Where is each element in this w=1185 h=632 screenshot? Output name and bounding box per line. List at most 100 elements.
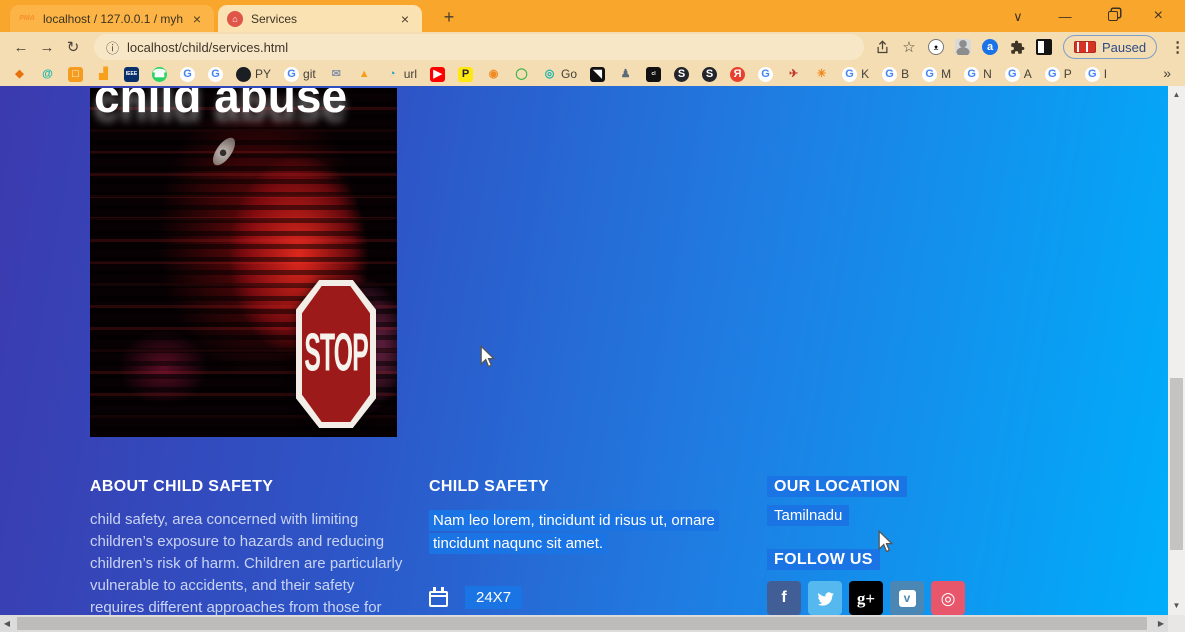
mouse-cursor: [478, 344, 497, 374]
social-facebook-button[interactable]: f: [767, 581, 801, 615]
vertical-scrollbar[interactable]: ▲ ▼: [1168, 86, 1185, 615]
bookmark-item-phpmyadmin[interactable]: ▲: [357, 67, 372, 82]
tab-search-chevron-icon[interactable]: ∨: [1013, 10, 1023, 23]
share-icon[interactable]: [874, 39, 890, 55]
bookmark-item-github[interactable]: PY: [236, 66, 271, 82]
paused-extension-badge[interactable]: Paused: [1063, 35, 1158, 59]
bookmark-item-go-circle[interactable]: ◎ Go: [542, 67, 577, 82]
tab-services[interactable]: ⌂ Services ×: [218, 5, 422, 32]
bookmark-label: git: [303, 67, 316, 81]
close-window-button[interactable]: ×: [1154, 8, 1163, 24]
forward-button[interactable]: →: [34, 39, 60, 56]
bookmark-item-google[interactable]: Ggit: [284, 66, 316, 82]
bookmark-item-yandex[interactable]: Я: [730, 66, 746, 82]
google-icon: G: [180, 66, 195, 82]
bookmark-star-icon[interactable]: ☆: [901, 39, 917, 56]
social-vimeo-button[interactable]: v: [890, 581, 924, 615]
bookmark-item-google-b[interactable]: GB: [882, 66, 909, 82]
reload-button[interactable]: ↻: [60, 38, 86, 56]
bookmark-item-craigslist[interactable]: cl: [646, 66, 662, 82]
extensions-puzzle-icon[interactable]: [1009, 39, 1025, 55]
bookmark-item-google-p[interactable]: GP: [1044, 66, 1072, 82]
bookmark-item-whatsapp[interactable]: ☎: [152, 66, 167, 82]
social-googleplus-button[interactable]: g+: [849, 581, 883, 615]
footer-location-column: OUR LOCATION Tamilnadu FOLLOW US f g+ v ◎: [767, 476, 1100, 615]
bookmark-item-google[interactable]: G: [180, 66, 195, 82]
phpmyadmin-icon: ▲: [358, 67, 370, 80]
person-extension-icon[interactable]: [955, 39, 971, 55]
camera-icon: ◉: [488, 67, 499, 80]
bookmark-item-orange-box[interactable]: □: [68, 66, 83, 82]
scroll-up-icon[interactable]: ▲: [1168, 88, 1185, 102]
scroll-left-icon[interactable]: ◀: [0, 615, 14, 632]
web-page: child abuse STOP ABOUT CHILD SAFETY chil…: [0, 86, 1185, 632]
bookmark-item-s-dark[interactable]: S: [674, 66, 690, 82]
back-button[interactable]: ←: [8, 39, 34, 56]
bookmark-item-s-dark[interactable]: S: [702, 66, 718, 82]
bookmark-item-person[interactable]: ♟: [618, 67, 633, 82]
tab-title: Services: [251, 11, 298, 26]
social-dribbble-button[interactable]: ◎: [931, 581, 965, 615]
bookmark-item-p-yellow[interactable]: P: [458, 66, 474, 82]
bookmark-item-google-a[interactable]: GA: [1004, 66, 1032, 82]
stop-sign: STOP: [296, 280, 376, 428]
browser-menu-icon[interactable]: ⋮: [1170, 38, 1185, 56]
orange-box-icon: □: [68, 66, 83, 82]
tab-phpmyadmin[interactable]: PMA localhost / 127.0.0.1 / myhmsdb ×: [10, 5, 214, 32]
bookmark-item-analytics[interactable]: ▟: [96, 67, 111, 82]
bookmark-item-google[interactable]: G: [208, 66, 223, 82]
plane-icon: ✈: [788, 67, 799, 80]
tab-close-icon[interactable]: ×: [189, 11, 205, 27]
google-m-icon: G: [922, 66, 938, 82]
minimize-button[interactable]: —: [1059, 10, 1072, 23]
bookmark-item-green-ring[interactable]: ◯: [514, 67, 529, 82]
scroll-down-icon[interactable]: ▼: [1168, 599, 1185, 613]
bookmarks-overflow-chevron[interactable]: »: [1163, 65, 1171, 81]
about-heading: ABOUT CHILD SAFETY: [90, 478, 274, 495]
childsafety-body: Nam leo lorem, tincidunt id risus ut, or…: [429, 509, 747, 555]
profile-square-icon[interactable]: [1036, 39, 1052, 55]
bookmark-item-google-i[interactable]: GI: [1084, 66, 1107, 82]
scroll-right-icon[interactable]: ▶: [1154, 615, 1168, 632]
bookmark-item-ieee[interactable]: IEEE: [124, 66, 139, 82]
stop-sign-text: STOP: [304, 322, 369, 384]
bookmark-label: url: [403, 67, 418, 81]
maximize-button[interactable]: [1107, 11, 1118, 21]
social-icons-row: f g+ v ◎: [767, 581, 1100, 615]
bookmark-item-google[interactable]: G: [758, 66, 774, 82]
bookmark-item-speedtest[interactable]: ◔ url: [385, 67, 417, 82]
bookmark-item-youtube[interactable]: ▶: [430, 66, 446, 82]
google-n-icon: G: [964, 66, 980, 82]
address-bar[interactable]: ⓘ localhost/child/services.html: [94, 34, 864, 60]
bookmark-item-camera[interactable]: ◉: [486, 67, 501, 82]
bookmark-label: K: [861, 67, 870, 81]
green-ring-icon: ◯: [515, 67, 528, 80]
tab-close-icon[interactable]: ×: [397, 11, 413, 27]
google-b-icon: G: [882, 66, 898, 82]
arrow-logo-icon: ◆: [15, 67, 24, 80]
bookmark-item-godaddy[interactable]: @: [40, 67, 55, 82]
horizontal-scrollbar[interactable]: ◀ ▶: [0, 615, 1168, 632]
bookmark-item-eagle[interactable]: ◥: [590, 66, 606, 82]
ieee-icon: IEEE: [124, 66, 139, 82]
calendar-icon: [429, 587, 448, 607]
social-twitter-button[interactable]: [808, 581, 842, 615]
bookmark-item-google-m[interactable]: GM: [922, 66, 951, 82]
s-dark-icon: S: [702, 66, 718, 82]
bookmark-item-mail[interactable]: ✉: [329, 67, 344, 82]
hero-image-title: child abuse: [94, 88, 348, 122]
child-abuse-hero-image: child abuse STOP: [90, 88, 397, 437]
footer-about-column: ABOUT CHILD SAFETY child safety, area co…: [90, 478, 406, 615]
vertical-scrollbar-thumb[interactable]: [1170, 378, 1183, 550]
panda-extension-icon[interactable]: ᴥ: [928, 39, 944, 55]
bookmark-item-eye-orange[interactable]: ✳: [814, 67, 829, 82]
a-extension-icon[interactable]: a: [982, 39, 998, 55]
bookmark-item-google-n[interactable]: GN: [964, 66, 992, 82]
bookmark-item-google-k[interactable]: GK: [842, 66, 870, 82]
bookmark-item-arrow-logo[interactable]: ◆: [12, 67, 27, 82]
dribbble-icon: ◎: [940, 588, 956, 608]
horizontal-scrollbar-thumb[interactable]: [17, 617, 1147, 630]
bookmark-item-plane[interactable]: ✈: [786, 67, 801, 82]
site-info-icon[interactable]: ⓘ: [106, 38, 119, 57]
new-tab-button[interactable]: +: [436, 5, 462, 31]
